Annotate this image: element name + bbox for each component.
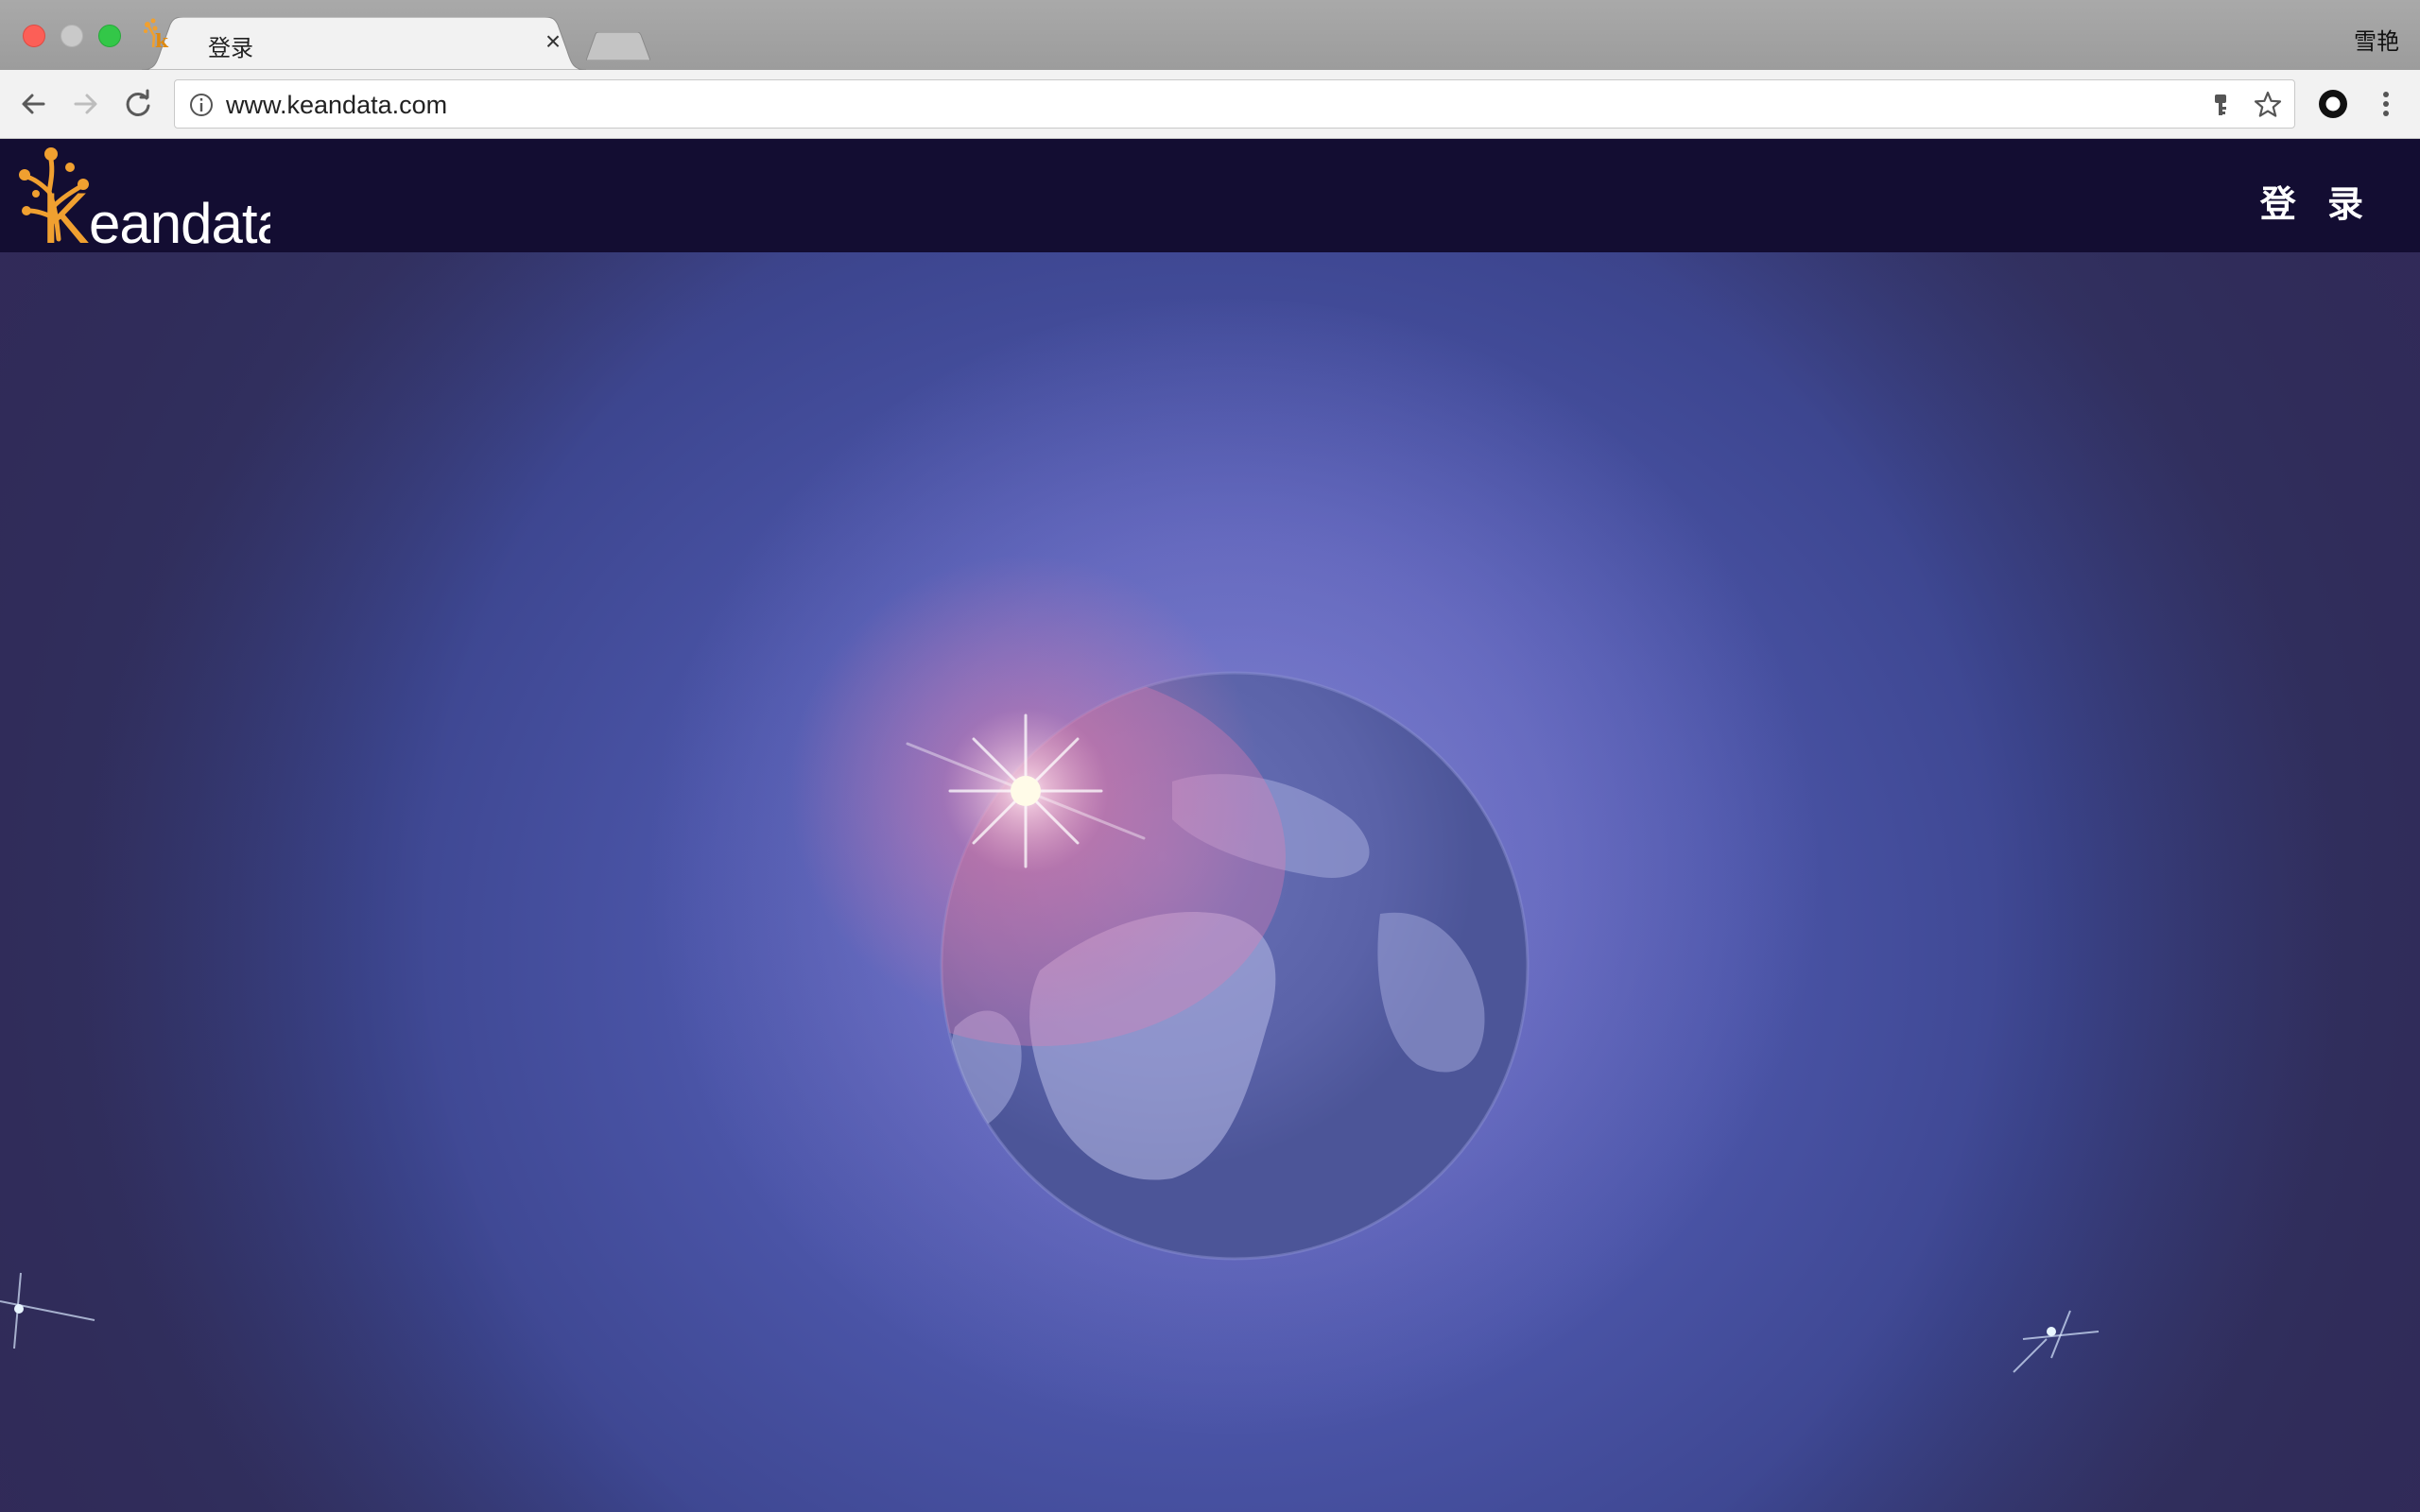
close-window-button[interactable] (23, 25, 45, 47)
keandata-favicon-icon: k (144, 18, 169, 49)
login-link[interactable]: 登 录 (2260, 175, 2373, 227)
back-arrow-icon[interactable] (17, 87, 51, 121)
browser-toolbar: www.keandata.com (0, 70, 2420, 139)
address-bar[interactable]: www.keandata.com (174, 79, 2295, 129)
site-header: K eandata 登 录 (0, 139, 2420, 252)
hero-banner (0, 252, 2420, 1512)
reload-icon[interactable] (121, 87, 155, 121)
zoom-window-button[interactable] (98, 25, 121, 47)
minimize-window-button[interactable] (60, 25, 83, 47)
profile-name[interactable]: 雪艳 (2354, 23, 2399, 56)
kebab-menu-icon[interactable] (2369, 87, 2403, 121)
new-tab-button[interactable] (586, 32, 650, 60)
circle-extension-icon[interactable] (2316, 87, 2350, 121)
page-content: K eandata 登 录 (0, 139, 2420, 1512)
browser-window: k 登录 × 雪艳 www.keandata.com K eandata 登 录 (0, 0, 2420, 1512)
tab-strip: k 登录 × 雪艳 (0, 0, 2420, 70)
bookmark-star-icon[interactable] (2253, 90, 2283, 120)
tab-title: 登录 (208, 35, 253, 61)
tab-login[interactable]: k 登录 × (142, 17, 586, 70)
tab-close-button[interactable]: × (539, 27, 567, 56)
earth-hero-image (0, 252, 2420, 1512)
keandata-logo[interactable]: K eandata (15, 145, 270, 249)
forward-arrow-icon[interactable] (68, 87, 102, 121)
svg-text:K: K (42, 179, 90, 249)
info-icon[interactable] (188, 92, 215, 118)
svg-text:eandata: eandata (89, 192, 270, 249)
svg-text:k: k (155, 29, 169, 49)
key-icon[interactable] (2207, 92, 2234, 118)
url-text[interactable]: www.keandata.com (226, 91, 447, 120)
